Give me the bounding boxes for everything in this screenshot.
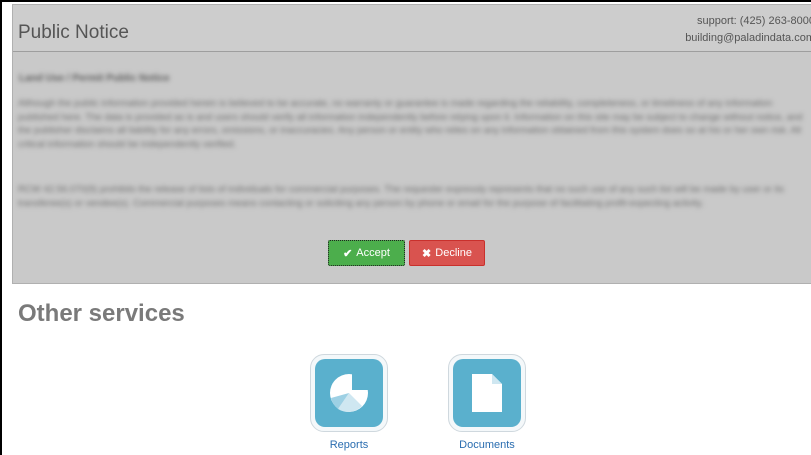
accept-label: Accept bbox=[356, 247, 390, 259]
documents-tile[interactable] bbox=[448, 354, 526, 432]
notice-paragraph-2: RCW 42.56.070(9) prohibits the release o… bbox=[18, 184, 784, 209]
documents-link[interactable]: Documents bbox=[437, 439, 537, 451]
x-icon: ✖ bbox=[422, 247, 432, 260]
accept-button[interactable]: ✔ Accept bbox=[328, 240, 405, 266]
contact-info: support: (425) 263-8000 building@paladin… bbox=[685, 13, 811, 47]
document-icon bbox=[472, 374, 502, 412]
documents-tile-inner bbox=[453, 359, 521, 427]
reports-link[interactable]: Reports bbox=[299, 439, 399, 451]
reports-tile[interactable] bbox=[310, 354, 388, 432]
reports-tile-inner bbox=[315, 359, 383, 427]
support-email[interactable]: building@paladindata.com bbox=[685, 30, 811, 47]
notice-actions: ✔ Accept ✖ Decline bbox=[328, 240, 485, 266]
support-phone: support: (425) 263-8000 bbox=[696, 15, 811, 27]
notice-title: Public Notice bbox=[18, 22, 129, 43]
notice-header: Public Notice support: (425) 263-8000 bu… bbox=[13, 5, 811, 52]
pie-chart-icon bbox=[330, 372, 370, 412]
notice-heading: Land Use / Permit Public Notice bbox=[19, 73, 170, 84]
notice-paragraph-1: Although the public information provided… bbox=[18, 98, 803, 150]
decline-button[interactable]: ✖ Decline bbox=[409, 240, 485, 266]
check-icon: ✔ bbox=[343, 247, 353, 260]
other-services-title: Other services bbox=[18, 300, 185, 327]
page-frame: Public Notice support: (425) 263-8000 bu… bbox=[0, 0, 811, 455]
decline-label: Decline bbox=[435, 247, 472, 259]
